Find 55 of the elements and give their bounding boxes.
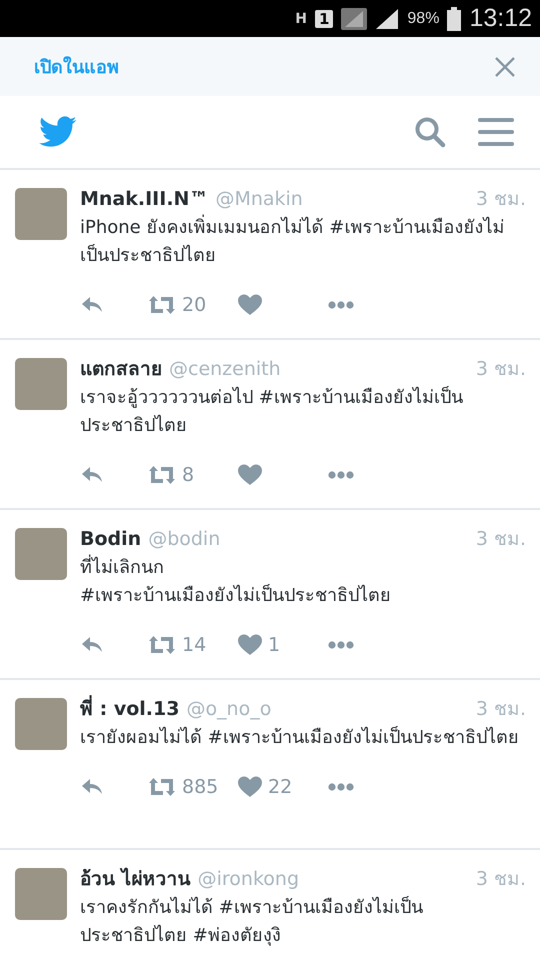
more-icon[interactable] [328, 641, 354, 649]
user-name[interactable]: Mnak.III.N™ [80, 186, 208, 212]
signal-icon [375, 8, 400, 30]
more-icon[interactable] [328, 301, 354, 309]
open-in-app-link[interactable]: เปิดในแอพ [34, 52, 119, 81]
retweet-icon[interactable] [148, 465, 176, 485]
retweet-count: 14 [182, 634, 206, 656]
menu-icon[interactable] [478, 117, 514, 147]
retweet-count: 20 [182, 294, 206, 316]
avatar-placeholder [15, 188, 67, 240]
search-icon[interactable] [414, 116, 446, 148]
tweet-time[interactable]: 3 ชม. [476, 696, 526, 722]
tweet-time[interactable]: 3 ชม. [476, 356, 526, 382]
user-handle[interactable]: @cenzenith [169, 356, 281, 382]
tweet-text: ที่ไม่เลิกนก #เพราะบ้านเมืองยังไม่เป็นประชาธิปไตย [80, 554, 526, 610]
heart-icon[interactable] [238, 776, 262, 798]
retweet-icon[interactable] [148, 295, 176, 315]
tweet-text: เราคงรักกันไม่ได้ #เพราะบ้านเมืองยังไม่เป็นประชาธิปไตย #พ่องตัยงุงิ [80, 895, 424, 948]
user-handle[interactable]: @o_no_o [186, 696, 272, 722]
user-handle[interactable]: @bodin [148, 526, 220, 552]
bird-logo-icon[interactable] [39, 116, 77, 148]
user-handle[interactable]: @Mnakin [215, 186, 303, 212]
like-count: 1 [268, 634, 280, 656]
user-handle[interactable]: @ironkong [198, 866, 300, 892]
sim-indicator: 1 [314, 10, 334, 28]
heart-icon[interactable] [238, 634, 262, 656]
tweet-time[interactable]: 3 ชม. [476, 866, 526, 892]
user-name[interactable]: Bodin [80, 526, 142, 552]
avatar-placeholder [15, 698, 67, 750]
tweet-text: iPhone ยังคงเพิ่มเมมนอกไม่ได้ #เพราะบ้านเมืองยังไม่เป็นประชาธิปไตย [80, 214, 526, 270]
user-name[interactable]: อ้วน ไผ่หวาน [80, 866, 191, 892]
tweet-time[interactable]: 3 ชม. [476, 186, 526, 212]
battery-icon [447, 6, 462, 30]
like-count: 22 [268, 776, 292, 798]
tweet-text: เรายังผอมไม่ได้ #เพราะบ้านเมืองยังไม่เป็นประชาธิปไตย [80, 725, 520, 750]
retweet-icon[interactable] [148, 777, 176, 797]
signal-icon [341, 8, 368, 30]
retweet-count: 885 [182, 776, 218, 798]
network-type: H [295, 10, 307, 26]
close-icon[interactable] [494, 56, 516, 78]
avatar-placeholder [15, 528, 67, 580]
retweet-icon[interactable] [148, 635, 176, 655]
heart-icon[interactable] [238, 294, 262, 316]
avatar-placeholder [15, 868, 67, 920]
heart-icon[interactable] [238, 464, 262, 486]
tweet-time[interactable]: 3 ชม. [476, 526, 526, 552]
user-name[interactable]: พี่ : vol.13 [80, 696, 180, 722]
user-name[interactable]: แตกสลาย [80, 356, 162, 382]
more-icon[interactable] [328, 783, 354, 791]
more-icon[interactable] [328, 471, 354, 479]
battery-percent: 98% [407, 10, 440, 28]
avatar-placeholder [15, 358, 67, 410]
tweet-text: เราจะอู้ววววววนต่อไป #เพราะบ้านเมืองยังไม่เป็นประชาธิปไตย [80, 385, 464, 438]
retweet-count: 8 [182, 464, 194, 486]
clock: 13:12 [469, 4, 532, 33]
